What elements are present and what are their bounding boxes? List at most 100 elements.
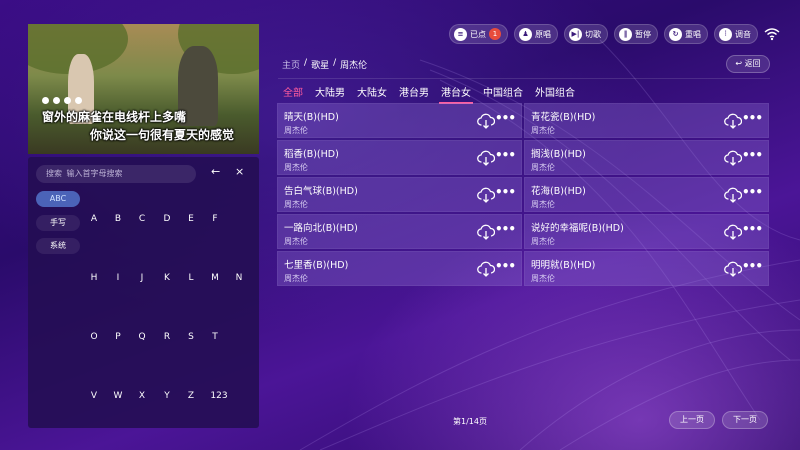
return-arrow-icon: ↩ — [735, 59, 745, 68]
key-v[interactable]: V — [84, 388, 104, 404]
tab-foreign-group[interactable]: 外国组合 — [529, 84, 581, 102]
key-s[interactable]: S — [181, 329, 201, 345]
key-w[interactable]: W — [108, 388, 128, 404]
tab-hktw-female[interactable]: 港台女 — [435, 84, 477, 104]
replay-button[interactable]: ↻ 重唱 — [664, 24, 708, 44]
cloud-download-icon[interactable] — [477, 261, 495, 277]
more-options-icon[interactable]: ••• — [495, 223, 516, 235]
song-item[interactable]: 一路向北(B)(HD) 周杰伦 ••• — [277, 214, 522, 249]
key-i[interactable]: I — [108, 270, 128, 286]
tab-hktw-male[interactable]: 港台男 — [393, 84, 435, 102]
pause-icon: ‖ — [619, 27, 632, 41]
key-e[interactable]: E — [181, 211, 201, 227]
song-title: 搁浅(B)(HD) — [531, 149, 586, 160]
breadcrumb-singer[interactable]: 歌星 — [311, 58, 329, 71]
more-options-icon[interactable]: ••• — [742, 223, 763, 235]
cloud-download-icon[interactable] — [724, 150, 742, 166]
song-title: 明明就(B)(HD) — [531, 260, 596, 271]
lyric-line-2: 你说这一句很有夏天的感觉 — [90, 128, 235, 142]
next-page-button[interactable]: 下一页 — [722, 411, 768, 429]
song-item[interactable]: 七里香(B)(HD) 周杰伦 ••• — [277, 251, 522, 286]
key-c[interactable]: C — [132, 211, 152, 227]
more-options-icon[interactable]: ••• — [742, 260, 763, 272]
song-item[interactable]: 花海(B)(HD) 周杰伦 ••• — [524, 177, 769, 212]
tune-label: 调音 — [735, 29, 751, 39]
cloud-download-icon[interactable] — [477, 150, 495, 166]
key-h[interactable]: H — [84, 270, 104, 286]
return-label: 返回 — [744, 59, 761, 68]
key-r[interactable]: R — [157, 329, 177, 345]
more-options-icon[interactable]: ••• — [495, 186, 516, 198]
key-y[interactable]: Y — [157, 388, 177, 404]
song-artist: 周杰伦 — [531, 126, 555, 135]
key-z[interactable]: Z — [181, 388, 201, 404]
key-123[interactable]: 123 — [207, 388, 231, 404]
breadcrumb: 主页 / 歌星 / 周杰伦 — [282, 58, 367, 71]
prev-page-button[interactable]: 上一页 — [669, 411, 715, 429]
key-d[interactable]: D — [157, 211, 177, 227]
key-l[interactable]: L — [181, 270, 201, 286]
vocal-toggle-label: 原唱 — [535, 29, 551, 39]
song-item[interactable]: 搁浅(B)(HD) 周杰伦 ••• — [524, 140, 769, 175]
tab-mainland-female[interactable]: 大陆女 — [351, 84, 393, 102]
song-title: 告白气球(B)(HD) — [284, 186, 358, 197]
pause-button[interactable]: ‖ 暂停 — [614, 24, 658, 44]
key-x[interactable]: X — [132, 388, 152, 404]
cloud-download-icon[interactable] — [477, 187, 495, 203]
playback-toolbar: ≡ 已点 1 ♟ 原唱 ▶| 切歌 ‖ 暂停 ↻ 重唱 ⫶ 调音 — [449, 24, 780, 44]
playlist-icon: ≡ — [454, 27, 467, 41]
tab-chinese-group[interactable]: 中国组合 — [477, 84, 529, 102]
backspace-key[interactable]: ← — [211, 165, 220, 178]
mode-abc-button[interactable]: ABC — [36, 191, 80, 207]
more-options-icon[interactable]: ••• — [742, 112, 763, 124]
mode-system-button[interactable]: 系统 — [36, 238, 80, 254]
vocal-toggle-button[interactable]: ♟ 原唱 — [514, 24, 558, 44]
mode-handwrite-button[interactable]: 手写 — [36, 215, 80, 231]
cloud-download-icon[interactable] — [724, 261, 742, 277]
breadcrumb-home[interactable]: 主页 — [282, 58, 300, 71]
pause-label: 暂停 — [635, 29, 651, 39]
key-f[interactable]: F — [205, 211, 225, 227]
search-input[interactable] — [36, 165, 196, 183]
key-q[interactable]: Q — [132, 329, 152, 345]
song-title: 花海(B)(HD) — [531, 186, 586, 197]
key-a[interactable]: A — [84, 211, 104, 227]
key-t[interactable]: T — [205, 329, 225, 345]
key-n[interactable]: N — [229, 270, 249, 286]
song-artist: 周杰伦 — [531, 274, 555, 283]
song-item[interactable]: 明明就(B)(HD) 周杰伦 ••• — [524, 251, 769, 286]
key-k[interactable]: K — [157, 270, 177, 286]
tune-button[interactable]: ⫶ 调音 — [714, 24, 758, 44]
more-options-icon[interactable]: ••• — [495, 149, 516, 161]
song-item[interactable]: 稻香(B)(HD) 周杰伦 ••• — [277, 140, 522, 175]
key-j[interactable]: J — [132, 270, 152, 286]
song-title: 说好的幸福呢(B)(HD) — [531, 223, 624, 234]
key-o[interactable]: O — [84, 329, 104, 345]
cloud-download-icon[interactable] — [477, 113, 495, 129]
song-item[interactable]: 晴天(B)(HD) 周杰伦 ••• — [277, 103, 522, 138]
return-button[interactable]: ↩ 返回 — [726, 55, 770, 73]
song-item[interactable]: 告白气球(B)(HD) 周杰伦 ••• — [277, 177, 522, 212]
cloud-download-icon[interactable] — [724, 224, 742, 240]
song-title: 稻香(B)(HD) — [284, 149, 339, 160]
more-options-icon[interactable]: ••• — [742, 149, 763, 161]
song-item[interactable]: 青花瓷(B)(HD) 周杰伦 ••• — [524, 103, 769, 138]
more-options-icon[interactable]: ••• — [495, 260, 516, 272]
tab-all[interactable]: 全部 — [283, 84, 309, 102]
tab-mainland-male[interactable]: 大陆男 — [309, 84, 351, 102]
song-item[interactable]: 说好的幸福呢(B)(HD) 周杰伦 ••• — [524, 214, 769, 249]
key-m[interactable]: M — [205, 270, 225, 286]
replay-label: 重唱 — [685, 29, 701, 39]
next-song-button[interactable]: ▶| 切歌 — [564, 24, 608, 44]
key-p[interactable]: P — [108, 329, 128, 345]
key-b[interactable]: B — [108, 211, 128, 227]
more-options-icon[interactable]: ••• — [495, 112, 516, 124]
video-preview[interactable]: 窗外的麻雀在电线杆上多嘴 你说这一句很有夏天的感觉 — [28, 24, 259, 154]
song-artist: 周杰伦 — [531, 200, 555, 209]
cloud-download-icon[interactable] — [477, 224, 495, 240]
cloud-download-icon[interactable] — [724, 113, 742, 129]
cloud-download-icon[interactable] — [724, 187, 742, 203]
clear-key[interactable]: × — [235, 165, 244, 178]
more-options-icon[interactable]: ••• — [742, 186, 763, 198]
selected-songs-button[interactable]: ≡ 已点 1 — [449, 24, 508, 44]
